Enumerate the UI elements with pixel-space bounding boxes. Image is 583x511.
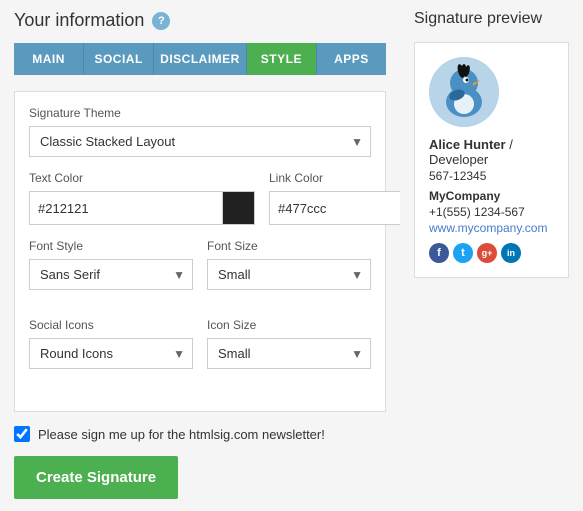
newsletter-label[interactable]: Please sign me up for the htmlsig.com ne… [38, 427, 325, 442]
google-icon[interactable]: g+ [477, 243, 497, 263]
font-size-select[interactable]: Small [207, 259, 371, 290]
font-style-select-wrapper: Sans Serif ▼ [29, 259, 193, 290]
preview-title: Signature preview [414, 10, 569, 28]
avatar-image [429, 57, 499, 127]
social-icons-select[interactable]: Round Icons [29, 338, 193, 369]
theme-select-wrapper: Classic Stacked Layout ▼ [29, 126, 371, 157]
style-form: Signature Theme Classic Stacked Layout ▼… [14, 91, 386, 412]
tab-apps[interactable]: APPS [317, 43, 386, 75]
preview-phone: 567-12345 [429, 169, 554, 183]
linkedin-icon[interactable]: in [501, 243, 521, 263]
tab-disclaimer[interactable]: DISCLAIMER [154, 43, 247, 75]
font-style-select[interactable]: Sans Serif [29, 259, 193, 290]
twitter-icon[interactable]: t [453, 243, 473, 263]
font-style-label: Font Style [29, 239, 193, 253]
help-icon[interactable]: ? [152, 12, 170, 30]
tabs-container: MAIN SOCIAL DISCLAIMER STYLE APPS [14, 43, 386, 75]
theme-select[interactable]: Classic Stacked Layout [29, 126, 371, 157]
tab-style[interactable]: STYLE [247, 43, 317, 75]
preview-name: Alice Hunter [429, 137, 506, 152]
create-signature-button[interactable]: Create Signature [14, 456, 178, 499]
newsletter-checkbox[interactable] [14, 426, 30, 442]
avatar [429, 57, 499, 127]
text-color-swatch[interactable] [222, 192, 254, 224]
newsletter-row: Please sign me up for the htmlsig.com ne… [14, 426, 386, 442]
social-icons-label: Social Icons [29, 318, 193, 332]
icon-size-col: Icon Size Small ▼ [207, 318, 371, 383]
social-icons-col: Social Icons Round Icons ▼ [29, 318, 193, 383]
icon-size-select-wrapper: Small ▼ [207, 338, 371, 369]
preview-company: MyCompany [429, 189, 554, 203]
font-row-group: Font Style Sans Serif ▼ Font Size Small … [29, 239, 371, 304]
preview-card: Alice Hunter / Developer 567-12345 MyCom… [414, 42, 569, 278]
facebook-icon[interactable]: f [429, 243, 449, 263]
font-style-col: Font Style Sans Serif ▼ [29, 239, 193, 304]
left-panel: Your information ? MAIN SOCIAL DISCLAIME… [0, 0, 400, 511]
right-panel: Signature preview [400, 0, 583, 511]
color-row-group: Text Color Link Color [29, 171, 371, 225]
font-size-label: Font Size [207, 239, 371, 253]
preview-website: www.mycompany.com [429, 221, 554, 235]
page-header: Your information ? [14, 10, 386, 31]
page-title: Your information [14, 10, 144, 31]
icon-row-group: Social Icons Round Icons ▼ Icon Size Sma… [29, 318, 371, 383]
text-color-label: Text Color [29, 171, 255, 185]
font-size-col: Font Size Small ▼ [207, 239, 371, 304]
social-icons-select-wrapper: Round Icons ▼ [29, 338, 193, 369]
social-icons-row: f t g+ in [429, 243, 554, 263]
text-color-input[interactable] [30, 194, 222, 223]
icon-size-select[interactable]: Small [207, 338, 371, 369]
preview-name-line: Alice Hunter / Developer [429, 137, 554, 167]
icon-size-label: Icon Size [207, 318, 371, 332]
text-color-col: Text Color [29, 171, 255, 225]
tab-main[interactable]: MAIN [14, 43, 84, 75]
font-size-select-wrapper: Small ▼ [207, 259, 371, 290]
theme-label: Signature Theme [29, 106, 371, 120]
tab-social[interactable]: SOCIAL [84, 43, 154, 75]
preview-company-phone: +1(555) 1234-567 [429, 205, 554, 219]
text-color-input-group [29, 191, 255, 225]
